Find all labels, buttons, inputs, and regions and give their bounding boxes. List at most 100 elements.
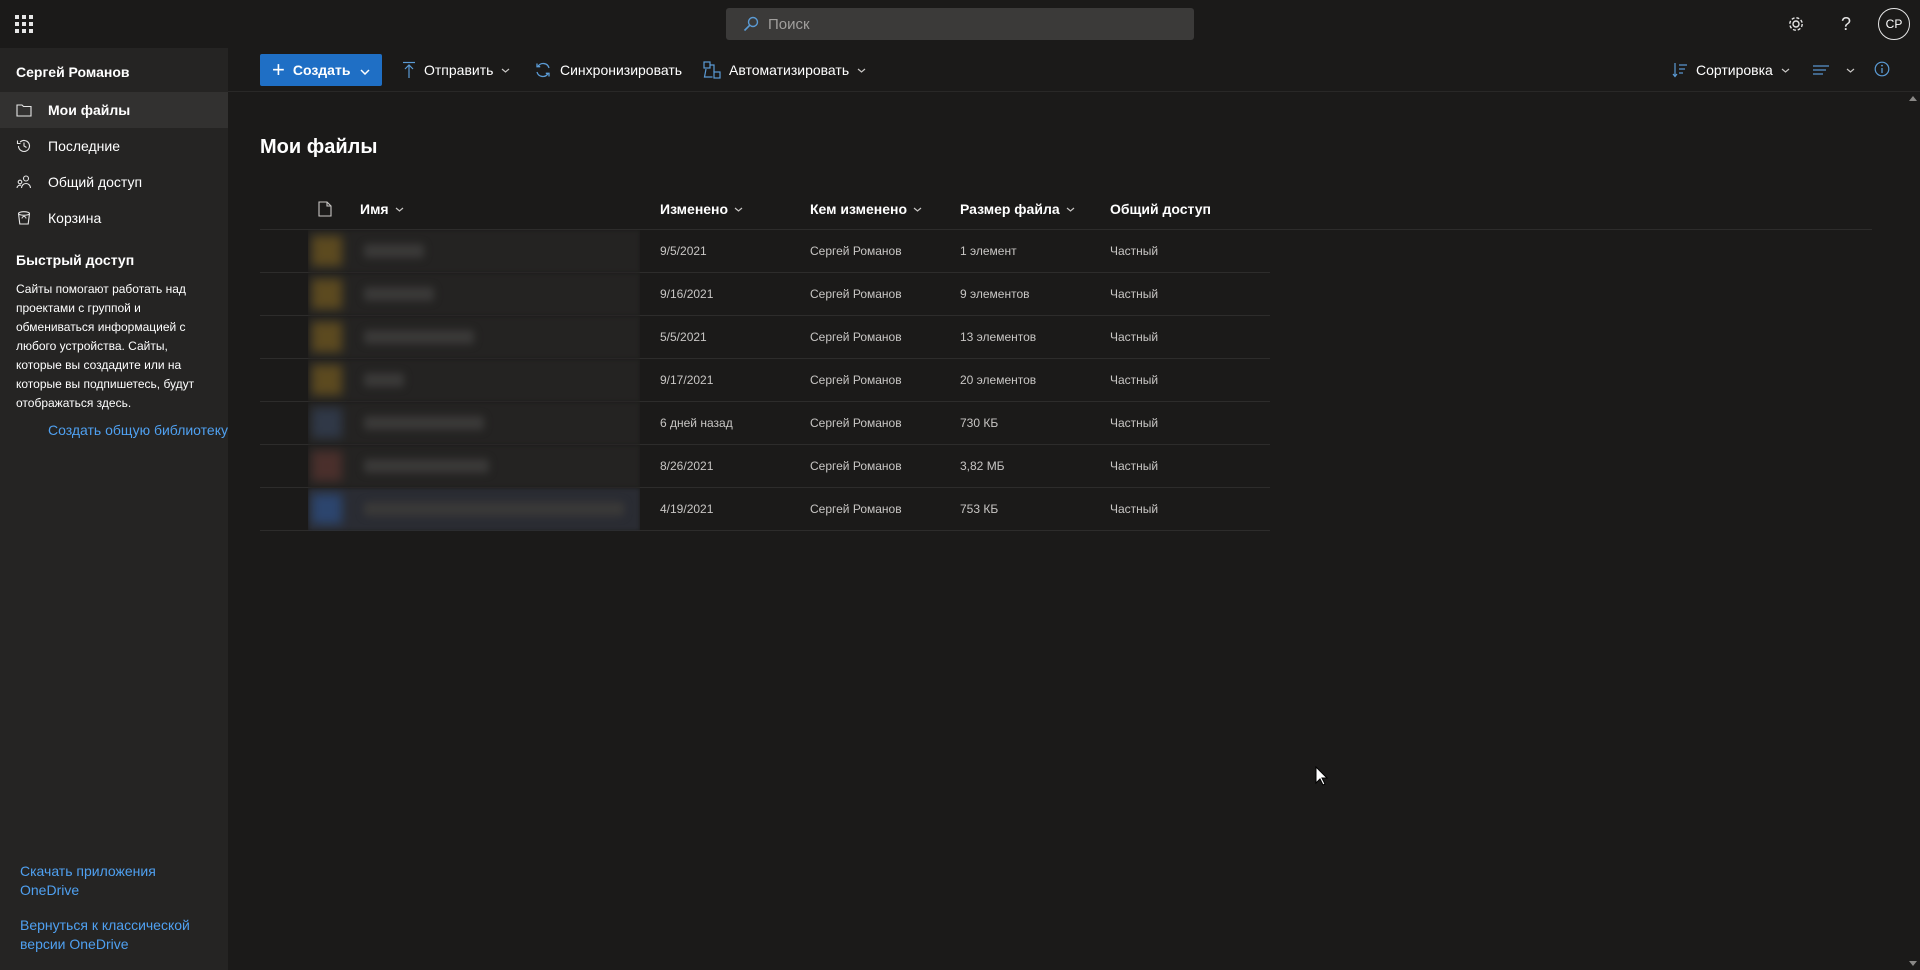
file-size-cell: 3,82 МБ: [960, 459, 1005, 473]
sharing-cell: Частный: [1110, 502, 1159, 516]
scroll-up-arrow-icon[interactable]: [1909, 96, 1917, 101]
file-size-cell: 753 КБ: [960, 502, 999, 516]
nav-list: Мои файлы Последние Общий доступ Корзина: [0, 92, 228, 236]
quick-access-description: Сайты помогают работать над проектами с …: [16, 282, 195, 410]
modified-cell: 5/5/2021: [660, 330, 707, 344]
sharing-cell: Частный: [1110, 287, 1159, 301]
sharing-cell: Частный: [1110, 459, 1159, 473]
modified-by-cell: Сергей Романов: [810, 244, 902, 258]
settings-gear-icon[interactable]: [1778, 6, 1814, 42]
automate-button-label: Автоматизировать: [729, 62, 850, 78]
sync-icon: [534, 61, 552, 79]
chevron-down-icon: [913, 207, 922, 212]
sync-button[interactable]: Синхронизировать: [534, 54, 682, 86]
chevron-down-icon: [857, 68, 866, 73]
details-pane-button[interactable]: [1874, 54, 1890, 86]
file-size-column-header[interactable]: Размер файла: [960, 188, 1075, 230]
file-size-cell: 730 КБ: [960, 416, 999, 430]
nav-item-label: Мои файлы: [48, 102, 131, 118]
chevron-down-icon: [360, 62, 370, 78]
file-list-header: Имя Изменено Кем изменено Размер файла О…: [260, 188, 1872, 230]
blurred-file-name: [308, 316, 640, 359]
table-row[interactable]: 5/5/2021 Сергей Романов 13 элементов Час…: [260, 316, 1270, 359]
vertical-scrollbar[interactable]: [1906, 92, 1920, 970]
table-row[interactable]: 9/16/2021 Сергей Романов 9 элементов Час…: [260, 273, 1270, 316]
modified-cell: 8/26/2021: [660, 459, 714, 473]
modified-by-column-header[interactable]: Кем изменено: [810, 188, 922, 230]
column-header-label: Размер файла: [960, 201, 1060, 217]
modified-cell: 9/16/2021: [660, 287, 714, 301]
modified-by-cell: Сергей Романов: [810, 502, 902, 516]
sharing-cell: Частный: [1110, 244, 1159, 258]
modified-cell: 9/17/2021: [660, 373, 714, 387]
sharing-cell: Частный: [1110, 373, 1159, 387]
column-header-label: Кем изменено: [810, 201, 908, 217]
upload-button[interactable]: Отправить: [402, 54, 510, 86]
sharing-column-header[interactable]: Общий доступ: [1110, 188, 1211, 230]
scroll-down-arrow-icon[interactable]: [1909, 961, 1917, 966]
chevron-down-icon: [395, 207, 404, 212]
nav-item-recycle-bin[interactable]: Корзина: [0, 200, 228, 236]
sharing-cell: Частный: [1110, 416, 1159, 430]
create-button-label: Создать: [292, 62, 351, 78]
waffle-icon: [15, 15, 33, 33]
nav-item-shared[interactable]: Общий доступ: [0, 164, 228, 200]
table-row[interactable]: 4/19/2021 Сергей Романов 753 КБ Частный: [260, 488, 1270, 531]
left-navigation: Сергей Романов Мои файлы Последние Общий…: [0, 48, 228, 970]
sort-button-label: Сортировка: [1696, 62, 1773, 78]
modified-column-header[interactable]: Изменено: [660, 188, 743, 230]
folder-icon: [16, 102, 32, 118]
search-box[interactable]: [726, 8, 1194, 40]
automate-flow-icon: [703, 61, 721, 79]
upload-arrow-icon: [402, 61, 416, 79]
command-bar: + Создать Отправить Синхронизировать Авт…: [228, 48, 1920, 92]
recycle-bin-icon: [16, 210, 32, 226]
view-options-button[interactable]: [1812, 54, 1855, 86]
table-row[interactable]: 9/5/2021 Сергей Романов 1 элемент Частны…: [260, 230, 1270, 273]
modified-cell: 9/5/2021: [660, 244, 707, 258]
nav-item-my-files[interactable]: Мои файлы: [0, 92, 228, 128]
blurred-file-name: [308, 359, 640, 402]
blurred-file-name: [308, 273, 640, 316]
table-row[interactable]: 8/26/2021 Сергей Романов 3,82 МБ Частный: [260, 445, 1270, 488]
chevron-down-icon: [734, 207, 743, 212]
sync-button-label: Синхронизировать: [560, 62, 683, 78]
info-icon: [1874, 61, 1890, 80]
top-right-controls: ? СР: [1764, 6, 1910, 42]
top-bar: ? СР: [0, 0, 1920, 48]
file-list: Имя Изменено Кем изменено Размер файла О…: [260, 188, 1872, 531]
list-view-icon: [1812, 63, 1830, 77]
sort-button[interactable]: Сортировка: [1672, 54, 1790, 86]
create-shared-library-link[interactable]: Создать общую библиотеку: [48, 422, 228, 438]
page-title: Мои файлы: [260, 136, 378, 158]
blurred-file-name: [308, 445, 640, 488]
download-apps-link[interactable]: Скачать приложения OneDrive: [20, 862, 210, 900]
file-type-column-header[interactable]: [318, 188, 338, 230]
nav-item-recent[interactable]: Последние: [0, 128, 228, 164]
modified-by-cell: Сергей Романов: [810, 459, 902, 473]
file-size-cell: 9 элементов: [960, 287, 1030, 301]
document-icon: [318, 201, 332, 217]
help-icon[interactable]: ?: [1828, 6, 1864, 42]
avatar[interactable]: СР: [1878, 8, 1910, 40]
nav-item-label: Общий доступ: [48, 174, 143, 190]
file-size-cell: 1 элемент: [960, 244, 1017, 258]
create-button[interactable]: + Создать: [260, 54, 382, 86]
column-header-label: Общий доступ: [1110, 201, 1211, 217]
chevron-down-icon: [501, 68, 510, 73]
table-row[interactable]: 6 дней назад Сергей Романов 730 КБ Частн…: [260, 402, 1270, 445]
modified-by-cell: Сергей Романов: [810, 330, 902, 344]
file-rows: 9/5/2021 Сергей Романов 1 элемент Частны…: [260, 230, 1270, 531]
column-header-label: Изменено: [660, 201, 729, 217]
upload-button-label: Отправить: [424, 62, 494, 78]
history-icon: [16, 138, 32, 154]
automate-button[interactable]: Автоматизировать: [703, 54, 866, 86]
table-row[interactable]: 9/17/2021 Сергей Романов 20 элементов Ча…: [260, 359, 1270, 402]
sort-icon: [1672, 62, 1688, 78]
modified-by-cell: Сергей Романов: [810, 287, 902, 301]
classic-version-link[interactable]: Вернуться к классической версии OneDrive: [20, 916, 210, 954]
app-launcher-button[interactable]: [8, 8, 40, 40]
nav-item-label: Корзина: [48, 210, 102, 226]
name-column-header[interactable]: Имя: [360, 188, 404, 230]
search-input[interactable]: [768, 15, 1168, 33]
